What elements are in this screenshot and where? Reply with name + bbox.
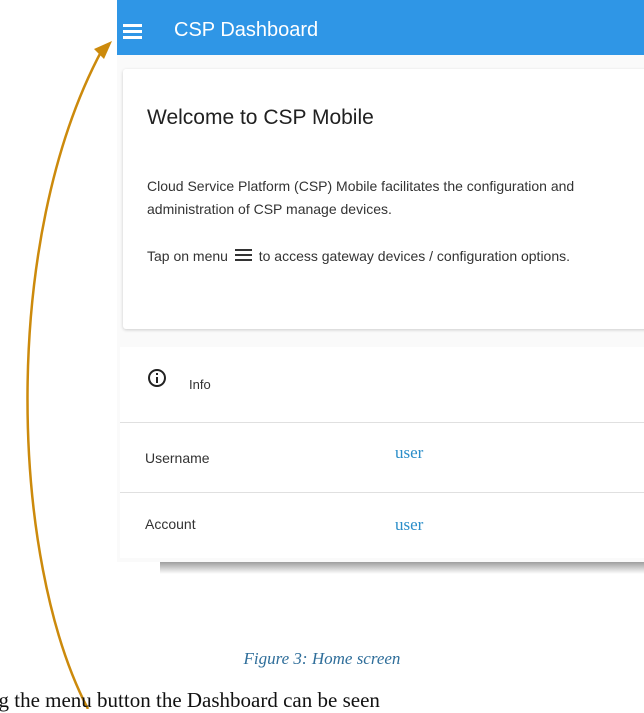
body-text: ng the menu button the Dashboard can be … bbox=[0, 688, 380, 712]
annotation-arrow bbox=[26, 41, 112, 709]
figure-caption: Figure 3: Home screen bbox=[243, 649, 401, 668]
